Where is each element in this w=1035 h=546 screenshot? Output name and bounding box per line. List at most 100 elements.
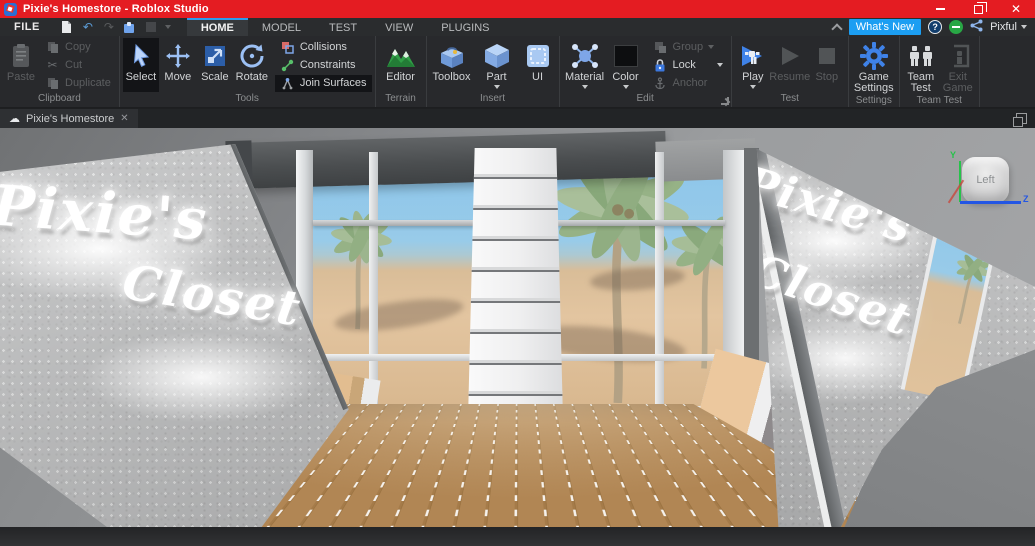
- tab-plugins[interactable]: PLUGINS: [427, 18, 503, 36]
- tab-view[interactable]: VIEW: [371, 18, 427, 36]
- exit-game-button[interactable]: Exit Game: [940, 38, 976, 94]
- section-label-terrain: Terrain: [385, 93, 416, 104]
- section-label-team-test: Team Test: [916, 95, 962, 106]
- constraints-button[interactable]: Constraints: [275, 57, 372, 74]
- menubar: FILE ↶ ↷ HOME MODEL TEST VIEW PLUGINS Wh…: [0, 18, 1035, 36]
- new-file-icon[interactable]: [60, 20, 74, 34]
- status-icon[interactable]: [949, 20, 964, 34]
- ui-button[interactable]: UI: [520, 38, 556, 92]
- undo-icon[interactable]: ↶: [81, 20, 95, 34]
- edit-section-expand-icon[interactable]: [720, 97, 729, 105]
- document-tab-title: Pixie's Homestore: [26, 112, 115, 125]
- move-tool-button[interactable]: Move: [160, 38, 196, 92]
- file-menu[interactable]: FILE: [0, 18, 54, 36]
- material-caret-icon[interactable]: [581, 85, 588, 89]
- anchor-button[interactable]: Anchor: [648, 75, 728, 92]
- view-cube-face-label: Left: [976, 174, 995, 186]
- tab-model[interactable]: MODEL: [248, 18, 315, 36]
- color-caret-icon[interactable]: [622, 85, 629, 89]
- section-label-edit: Edit: [636, 93, 654, 104]
- duplicate-button[interactable]: Duplicate: [40, 75, 116, 92]
- window-title: Pixie's Homestore - Roblox Studio: [23, 3, 209, 15]
- whats-new-button[interactable]: What's New: [848, 19, 922, 35]
- viewport-3d[interactable]: Pixie's Closet Pixie's Closet Left Y Z: [0, 128, 1035, 546]
- redo-icon[interactable]: ↷: [102, 20, 116, 34]
- constraints-icon: [280, 58, 295, 73]
- join-surfaces-icon: [280, 76, 295, 91]
- roblox-studio-window: Pixie's Homestore - Roblox Studio ✕ FILE…: [0, 0, 1035, 546]
- ui-icon: [525, 41, 551, 71]
- customize-quick-access-caret-icon[interactable]: [164, 25, 171, 29]
- section-settings: Game Settings Settings: [849, 36, 900, 107]
- screenshot-icon[interactable]: [144, 20, 158, 34]
- close-button[interactable]: ✕: [997, 0, 1035, 18]
- team-test-button[interactable]: Team Test: [903, 38, 939, 94]
- close-icon: ✕: [1010, 2, 1022, 16]
- titlebar: Pixie's Homestore - Roblox Studio ✕: [0, 0, 1035, 18]
- minimize-icon: [935, 8, 945, 10]
- section-edit: Material Color Group Lock Anchor Edit: [560, 36, 732, 107]
- lock-icon: [653, 58, 668, 73]
- foreground-ledge: [0, 527, 1035, 546]
- section-label-clipboard: Clipboard: [38, 93, 81, 104]
- group-icon: [653, 40, 668, 55]
- join-surfaces-button[interactable]: Join Surfaces: [274, 74, 372, 92]
- stop-button[interactable]: Stop: [809, 38, 845, 92]
- cut-icon: ✂: [47, 58, 58, 72]
- material-button[interactable]: Material: [563, 38, 607, 92]
- toolbox-icon: [437, 41, 467, 71]
- scale-tool-button[interactable]: Scale: [197, 38, 233, 92]
- copy-button[interactable]: Copy: [40, 39, 116, 56]
- section-label-settings: Settings: [855, 95, 892, 106]
- resume-button[interactable]: Resume: [769, 38, 810, 92]
- color-button[interactable]: Color: [608, 38, 644, 92]
- paste-button[interactable]: Paste: [3, 38, 39, 92]
- share-icon[interactable]: [970, 19, 983, 35]
- toolbox-button[interactable]: Toolbox: [430, 38, 474, 92]
- axis-y-label: Y: [950, 150, 957, 160]
- restore-button[interactable]: [959, 0, 997, 18]
- terrain-editor-button[interactable]: Editor: [379, 38, 423, 92]
- float-panel-icon[interactable]: [1013, 113, 1027, 127]
- color-swatch: [613, 45, 638, 67]
- tab-home[interactable]: HOME: [186, 18, 248, 36]
- move-icon: [165, 41, 191, 71]
- quick-access-toolbar: ↶ ↷: [54, 18, 177, 36]
- document-tab[interactable]: ☁ Pixie's Homestore ✕: [0, 109, 138, 128]
- window-mullion: [655, 152, 664, 418]
- document-tab-close-icon[interactable]: ✕: [120, 113, 128, 124]
- collapse-ribbon-icon[interactable]: [832, 22, 842, 32]
- resume-icon: [778, 41, 802, 71]
- neon-sign-right-line2: Closet: [744, 244, 918, 347]
- section-label-insert: Insert: [480, 93, 506, 104]
- collisions-icon: [280, 40, 295, 55]
- lock-button[interactable]: Lock: [648, 57, 728, 74]
- account-name: Pixful: [990, 21, 1017, 33]
- paste-icon: [10, 41, 32, 71]
- part-caret-icon[interactable]: [493, 85, 500, 89]
- part-button[interactable]: Part: [475, 38, 519, 92]
- rotate-icon: [239, 41, 265, 71]
- account-menu[interactable]: Pixful: [990, 21, 1027, 33]
- terrain-editor-icon: [386, 41, 416, 71]
- cloud-icon: ☁: [9, 113, 20, 125]
- roblox-studio-logo-icon: [4, 2, 17, 16]
- help-icon[interactable]: ?: [928, 20, 943, 34]
- restore-icon: [973, 1, 987, 14]
- collisions-button[interactable]: Collisions: [275, 39, 372, 56]
- tab-test[interactable]: TEST: [315, 18, 371, 36]
- group-button[interactable]: Group: [648, 39, 728, 56]
- section-clipboard: Paste Copy ✂ Cut Duplicate Clipboard: [0, 36, 120, 107]
- game-settings-button[interactable]: Game Settings: [852, 38, 896, 94]
- lock-caret-icon[interactable]: [716, 63, 723, 67]
- exit-game-icon: [946, 41, 970, 71]
- quick-access-tool-icon[interactable]: [123, 20, 137, 34]
- play-button[interactable]: Play: [735, 38, 771, 92]
- minimize-button[interactable]: [921, 0, 959, 18]
- cut-button[interactable]: ✂ Cut: [40, 57, 116, 74]
- rotate-tool-button[interactable]: Rotate: [234, 38, 270, 92]
- play-caret-icon[interactable]: [749, 85, 756, 89]
- select-tool-button[interactable]: Select: [122, 38, 159, 92]
- section-test: Play Resume Stop Test: [732, 36, 849, 107]
- view-cube[interactable]: Left: [962, 157, 1009, 203]
